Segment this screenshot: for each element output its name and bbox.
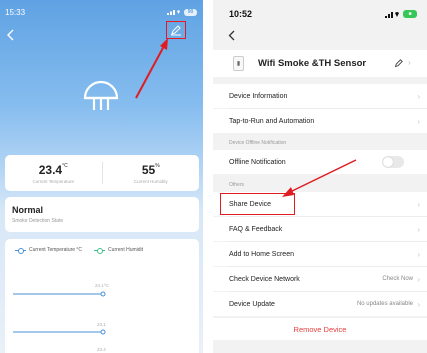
smoke-sensor-icon [83,80,119,110]
row-device-information[interactable]: Device Information › [213,84,427,108]
chevron-right-icon: › [417,299,420,309]
device-name: Wifi Smoke &TH Sensor [258,58,367,69]
back-button[interactable] [6,28,16,41]
row-add-home-screen[interactable]: Add to Home Screen › [213,242,427,266]
chevron-right-icon: › [417,249,420,259]
chevron-left-icon [228,30,235,41]
device-settings-screen: 10:52 ■ ▮ Wifi Smoke &TH Sensor › Device… [213,0,427,353]
status-time: 10:52 [229,9,253,19]
row-tap-to-run[interactable]: Tap-to-Run and Automation › [213,109,427,133]
check-network-value: Check Now [382,276,413,282]
row-offline-notification: Offline Notification [213,150,427,174]
temperature-point [100,329,106,335]
humidity-label: Current Humidity [133,178,168,184]
sensor-readings-card: 23.4°C Current Temperature 55% Current H… [5,155,199,191]
signal-icon [385,12,399,18]
status-bar: 15:33 90 [5,5,197,19]
point-label: 23.4 [97,347,106,352]
temperature-label: Current Temperature [32,178,74,184]
point-label: 24.1°C [95,283,109,288]
battery-icon: 90 [184,8,197,16]
row-faq-feedback[interactable]: FAQ & Feedback › [213,217,427,241]
status-title: Normal [12,205,44,215]
section-label-offline: Device Offline Notification [229,140,287,146]
device-update-value: No updates available [356,301,413,307]
device-detail-screen: 15:33 90 23.4°C Current Temperature 55% … [0,0,203,353]
chevron-right-icon: › [417,116,420,126]
row-device-update[interactable]: Device Update No updates available › [213,292,427,316]
humidity-value: 55 [141,162,156,177]
pencil-icon [171,25,181,36]
device-thumbnail-icon: ▮ [233,56,244,71]
offline-notification-toggle[interactable] [382,156,404,168]
back-button[interactable] [228,30,235,43]
signal-icon [167,8,181,17]
temperature-unit: °C [62,162,68,169]
temperature-value: 23.4 [38,162,63,177]
humidity-unit: % [155,162,160,169]
chevron-right-icon: › [417,91,420,101]
section-label-others: Others [229,182,245,188]
humidity-reading: 55% Current Humidity [103,155,200,191]
temperature-point [100,291,106,297]
pencil-icon[interactable] [394,58,404,68]
chevron-right-icon: › [417,274,420,284]
chevron-right-icon: › [417,224,420,234]
share-device-highlight [220,193,295,215]
chevron-right-icon: › [417,199,420,209]
status-time: 15:33 [5,7,26,17]
device-header[interactable]: ▮ Wifi Smoke &TH Sensor › [213,50,427,77]
chevron-left-icon [7,29,14,41]
remove-device-button[interactable]: Remove Device [213,318,427,340]
edit-button[interactable] [166,21,186,39]
status-bar: 10:52 ■ [229,7,417,21]
row-check-network[interactable]: Check Device Network Check Now › [213,267,427,291]
history-chart-card: Current Temperature °C Current Humidit 2… [5,239,199,353]
battery-icon: ■ [403,10,417,18]
temperature-reading: 23.4°C Current Temperature [5,155,102,191]
smoke-status-card: Normal Smoke Detection State [5,197,199,232]
temperature-plot [13,291,106,335]
status-subtitle: Smoke Detection State [12,218,64,224]
chevron-right-icon: › [408,58,411,67]
point-label: 23.1 [97,322,106,327]
